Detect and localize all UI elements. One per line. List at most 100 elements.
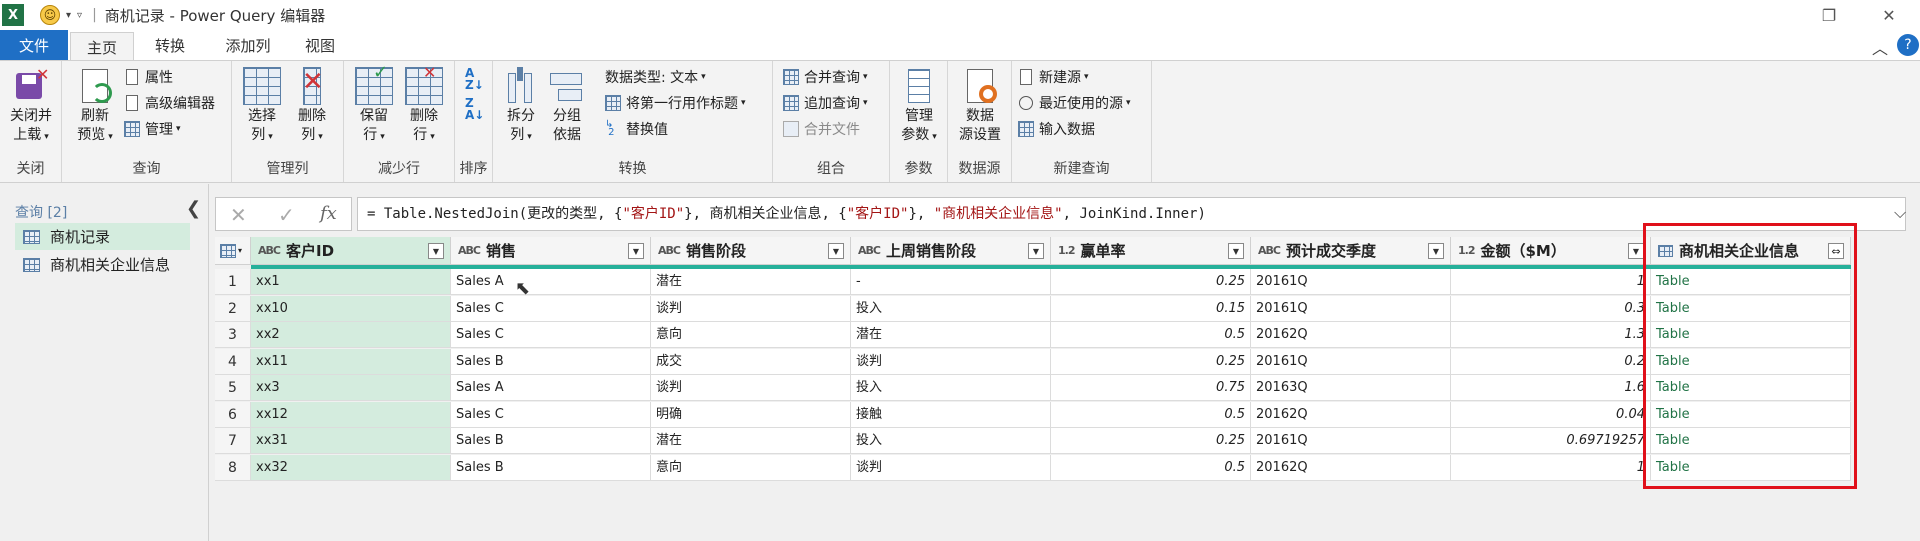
table-cell[interactable]: 0.15 xyxy=(1051,295,1251,322)
table-cell[interactable]: 1 xyxy=(1451,269,1651,295)
table-cell[interactable]: xx2 xyxy=(251,322,451,348)
table-cell[interactable]: 谈判 xyxy=(651,295,851,322)
table-cell[interactable]: 20162Q xyxy=(1251,454,1451,481)
table-cell[interactable]: 20162Q xyxy=(1251,401,1451,428)
column-header[interactable]: ABC 上周销售阶段 ▼ xyxy=(851,237,1051,265)
row-number[interactable]: 3 xyxy=(215,322,251,348)
table-cell[interactable]: 潜在 xyxy=(851,322,1051,348)
column-type-icon[interactable]: ABC xyxy=(1258,244,1281,257)
filter-dropdown-icon[interactable]: ▼ xyxy=(1628,243,1644,259)
data-source-settings-button[interactable]: 数据 源设置 xyxy=(954,67,1006,145)
quick-access-dropdown-icon[interactable]: ▾ xyxy=(66,10,71,21)
table-cell[interactable]: 20163Q xyxy=(1251,375,1451,401)
filter-dropdown-icon[interactable]: ▼ xyxy=(628,243,644,259)
commit-formula-icon[interactable]: ✓ xyxy=(278,203,295,227)
keep-rows-button[interactable]: ✓ 保留 行 ▾ xyxy=(352,63,396,147)
table-cell[interactable]: 1 xyxy=(1451,454,1651,481)
table-cell[interactable]: Sales B xyxy=(451,428,651,454)
filter-dropdown-icon[interactable]: ▼ xyxy=(1428,243,1444,259)
column-header[interactable]: ABC 销售阶段 ▼ xyxy=(651,237,851,265)
close-window-button[interactable]: ✕ xyxy=(1866,0,1912,30)
filter-dropdown-icon[interactable]: ▼ xyxy=(1028,243,1044,259)
table-cell[interactable]: Sales C xyxy=(451,401,651,428)
row-number[interactable]: 5 xyxy=(215,375,251,401)
customize-toolbar-icon[interactable]: ▿ xyxy=(77,10,82,21)
table-cell[interactable]: 意向 xyxy=(651,322,851,348)
table-cell[interactable]: - xyxy=(851,269,1051,295)
query-item-company-info[interactable]: 商机相关企业信息 xyxy=(15,251,190,278)
table-cell[interactable]: 0.3 xyxy=(1451,295,1651,322)
choose-columns-button[interactable]: 选择 列 ▾ xyxy=(240,67,284,147)
column-type-icon[interactable]: ABC xyxy=(858,244,881,257)
column-type-icon[interactable]: ABC xyxy=(458,244,481,257)
column-header[interactable]: ABC 客户ID ▼ xyxy=(251,237,451,265)
table-cell[interactable]: 潜在 xyxy=(651,269,851,295)
table-cell[interactable]: 投入 xyxy=(851,295,1051,322)
remove-columns-button[interactable]: ✕ 删除 列 ▾ xyxy=(290,67,334,147)
table-cell[interactable]: 20162Q xyxy=(1251,322,1451,348)
table-cell[interactable]: 0.5 xyxy=(1051,322,1251,348)
manage-parameters-button[interactable]: 管理 参数 ▾ xyxy=(894,67,944,147)
table-cell[interactable]: 0.75 xyxy=(1051,375,1251,401)
properties-button[interactable]: 属性 xyxy=(124,65,173,89)
sort-descending-icon[interactable]: Z A↓ xyxy=(465,97,484,121)
table-cell[interactable]: 1.6 xyxy=(1451,375,1651,401)
table-cell[interactable]: 1.3 xyxy=(1451,322,1651,348)
table-cell[interactable]: 0.69719257 xyxy=(1451,428,1651,454)
advanced-editor-button[interactable]: 高级编辑器 xyxy=(124,91,215,115)
table-cell[interactable]: 谈判 xyxy=(651,375,851,401)
cancel-formula-icon[interactable]: ✕ xyxy=(230,203,247,227)
manage-button[interactable]: 管理 ▾ xyxy=(124,117,181,141)
filter-dropdown-icon[interactable]: ▼ xyxy=(828,243,844,259)
tab-add-column[interactable]: 添加列 xyxy=(208,30,288,60)
query-item-shangji-jilu[interactable]: 商机记录 xyxy=(15,223,190,250)
table-cell[interactable]: 投入 xyxy=(851,428,1051,454)
table-cell[interactable]: xx1 xyxy=(251,269,451,295)
collapse-pane-icon[interactable]: ❮ xyxy=(186,198,201,219)
fx-icon[interactable]: fx xyxy=(320,203,337,224)
table-cell[interactable]: 20161Q xyxy=(1251,269,1451,295)
table-cell[interactable]: 0.25 xyxy=(1051,348,1251,375)
table-cell[interactable]: 0.25 xyxy=(1051,269,1251,295)
refresh-preview-button[interactable]: 刷新 预览 ▾ xyxy=(70,67,120,147)
tab-file[interactable]: 文件 xyxy=(0,30,68,60)
filter-dropdown-icon[interactable]: ▼ xyxy=(428,243,444,259)
column-header[interactable]: ABC 销售 ▼ xyxy=(451,237,651,265)
table-menu-button[interactable]: ▾ xyxy=(215,237,251,265)
table-cell[interactable]: Sales A xyxy=(451,269,651,295)
column-header[interactable]: 1.2 赢单率 ▼ xyxy=(1051,237,1251,265)
row-number[interactable]: 6 xyxy=(215,401,251,428)
table-cell[interactable]: 0.5 xyxy=(1051,401,1251,428)
table-cell[interactable]: 谈判 xyxy=(851,348,1051,375)
row-number[interactable]: 4 xyxy=(215,348,251,375)
table-cell[interactable]: Sales B xyxy=(451,454,651,481)
column-type-icon[interactable]: ABC xyxy=(658,244,681,257)
column-type-icon[interactable]: 1.2 xyxy=(1458,244,1475,257)
table-cell[interactable]: Sales A xyxy=(451,375,651,401)
remove-rows-button[interactable]: ✕ 删除 行 ▾ xyxy=(402,63,446,147)
table-cell[interactable]: Sales C xyxy=(451,322,651,348)
table-cell[interactable]: 谈判 xyxy=(851,454,1051,481)
new-source-button[interactable]: 新建源 ▾ xyxy=(1018,65,1089,89)
collapse-ribbon-icon[interactable]: ︿ xyxy=(1872,35,1888,59)
row-number[interactable]: 7 xyxy=(215,428,251,454)
enter-data-button[interactable]: 输入数据 xyxy=(1018,117,1095,141)
table-cell[interactable]: 20161Q xyxy=(1251,428,1451,454)
tab-transform[interactable]: 转换 xyxy=(140,30,200,60)
table-cell[interactable]: 0.25 xyxy=(1051,428,1251,454)
restore-button[interactable]: ❐ xyxy=(1806,0,1852,30)
table-cell[interactable]: xx3 xyxy=(251,375,451,401)
table-cell[interactable]: 意向 xyxy=(651,454,851,481)
tab-view[interactable]: 视图 xyxy=(290,30,350,60)
table-cell[interactable]: 投入 xyxy=(851,375,1051,401)
help-button[interactable]: ? xyxy=(1897,34,1919,56)
merge-queries-button[interactable]: 合并查询 ▾ xyxy=(783,65,868,89)
recent-sources-button[interactable]: 最近使用的源 ▾ xyxy=(1018,91,1131,115)
column-header[interactable]: ABC 预计成交季度 ▼ xyxy=(1251,237,1451,265)
expand-formula-icon[interactable]: ⌵ xyxy=(1894,203,1906,223)
group-by-button[interactable]: 分组 依据 xyxy=(547,67,587,145)
smiley-feedback-icon[interactable]: ☺ xyxy=(40,5,60,25)
table-cell[interactable]: 0.5 xyxy=(1051,454,1251,481)
tab-home[interactable]: 主页 xyxy=(70,32,134,61)
replace-values-button[interactable]: ↳ 2 替换值 xyxy=(605,117,668,141)
